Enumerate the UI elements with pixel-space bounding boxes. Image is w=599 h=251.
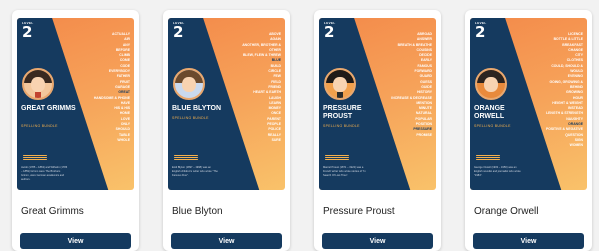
card-title: Pressure Proust — [323, 206, 395, 217]
level-number: 2 — [324, 23, 335, 41]
wave-icon — [476, 154, 500, 162]
hero-name: PRESSURE PROUST — [323, 105, 362, 120]
bundle-label: SPELLING BUNDLE — [21, 124, 58, 128]
level-number: 2 — [22, 23, 33, 41]
word-list: ABROAD ANSWER BREATH & BREATHE COUSINS DECID… — [390, 32, 432, 138]
view-button[interactable]: View — [473, 233, 584, 249]
author-bio: Enid Blyton (1897 – 1968) was an English… — [172, 166, 218, 177]
word-item: SURE — [271, 137, 281, 142]
word-item: WOMEN — [569, 143, 583, 148]
word-list: ABOVE AGAIN ANOTHER, BROTHER & OTHER BLEW, … — [239, 32, 281, 143]
word-item: PROMISE — [416, 132, 432, 137]
word-list: LICENCE BOTTLE & LITTLE BREAKFAST CHANGE CIT… — [541, 32, 583, 149]
author-bio: Marcel Proust (1871 – 1922) was a French… — [323, 166, 366, 177]
word-item: WHOLE — [117, 137, 130, 142]
word-item: POSITIVE & NEGATIVE — [545, 127, 583, 132]
author-bio: Jacob (1785 – 1863) and Wilhelm (1786 – … — [21, 166, 68, 181]
author-portrait-icon — [475, 68, 507, 100]
wave-icon — [325, 154, 349, 162]
view-button[interactable]: View — [322, 233, 433, 249]
hero-name: ORANGE ORWELL — [474, 105, 505, 120]
card-artwork: LEVEL 2 BLUE BLYTON SPELLING BUNDLE Enid… — [168, 18, 285, 190]
wave-icon — [23, 154, 47, 162]
word-item: ANOTHER, BROTHER & OTHER — [242, 42, 281, 52]
author-bio: George Orwell (1903 – 1950) was an Engli… — [474, 166, 521, 177]
bundle-label: SPELLING BUNDLE — [474, 124, 511, 128]
card-title: Great Grimms — [21, 206, 84, 217]
bundle-label: SPELLING BUNDLE — [323, 124, 360, 128]
card-title: Orange Orwell — [474, 206, 539, 217]
card-great-grimms: LEVEL 2 GREAT GRIMMS SPELLING BUNDLE Jac… — [12, 10, 139, 251]
word-item: GOING, GROWING & BEHIND — [549, 79, 583, 89]
hero-name: BLUE BLYTON — [172, 105, 222, 112]
hero-name: GREAT GRIMMS — [21, 105, 76, 112]
author-portrait-icon — [173, 68, 205, 100]
card-artwork: LEVEL 2 GREAT GRIMMS SPELLING BUNDLE Jac… — [17, 18, 134, 190]
bundle-label: SPELLING BUNDLE — [172, 116, 209, 120]
author-portrait-icon — [22, 68, 54, 100]
word-item: LENGTH & STRENGTH — [546, 111, 583, 116]
card-orange-orwell: LEVEL 2 ORANGE ORWELL SPELLING BUNDLE Ge… — [465, 10, 592, 251]
card-pressure-proust: LEVEL 2 PRESSURE PROUST SPELLING BUNDLE … — [314, 10, 441, 251]
level-number: 2 — [475, 23, 486, 41]
view-button[interactable]: View — [171, 233, 282, 249]
word-item: COULD, SHOULD & WOULD — [551, 63, 583, 74]
card-blue-blyton: LEVEL 2 BLUE BLYTON SPELLING BUNDLE Enid… — [163, 10, 290, 251]
wave-icon — [174, 154, 198, 162]
level-number: 2 — [173, 23, 184, 41]
word-list: ACTUALLY AIR ANY BEFORE CLIMB COME CODE EVERYBO… — [88, 32, 130, 143]
card-artwork: LEVEL 2 PRESSURE PROUST SPELLING BUNDLE … — [319, 18, 436, 190]
card-title: Blue Blyton — [172, 206, 223, 217]
author-portrait-icon — [324, 68, 356, 100]
card-artwork: LEVEL 2 ORANGE ORWELL SPELLING BUNDLE Ge… — [470, 18, 587, 190]
view-button[interactable]: View — [20, 233, 131, 249]
